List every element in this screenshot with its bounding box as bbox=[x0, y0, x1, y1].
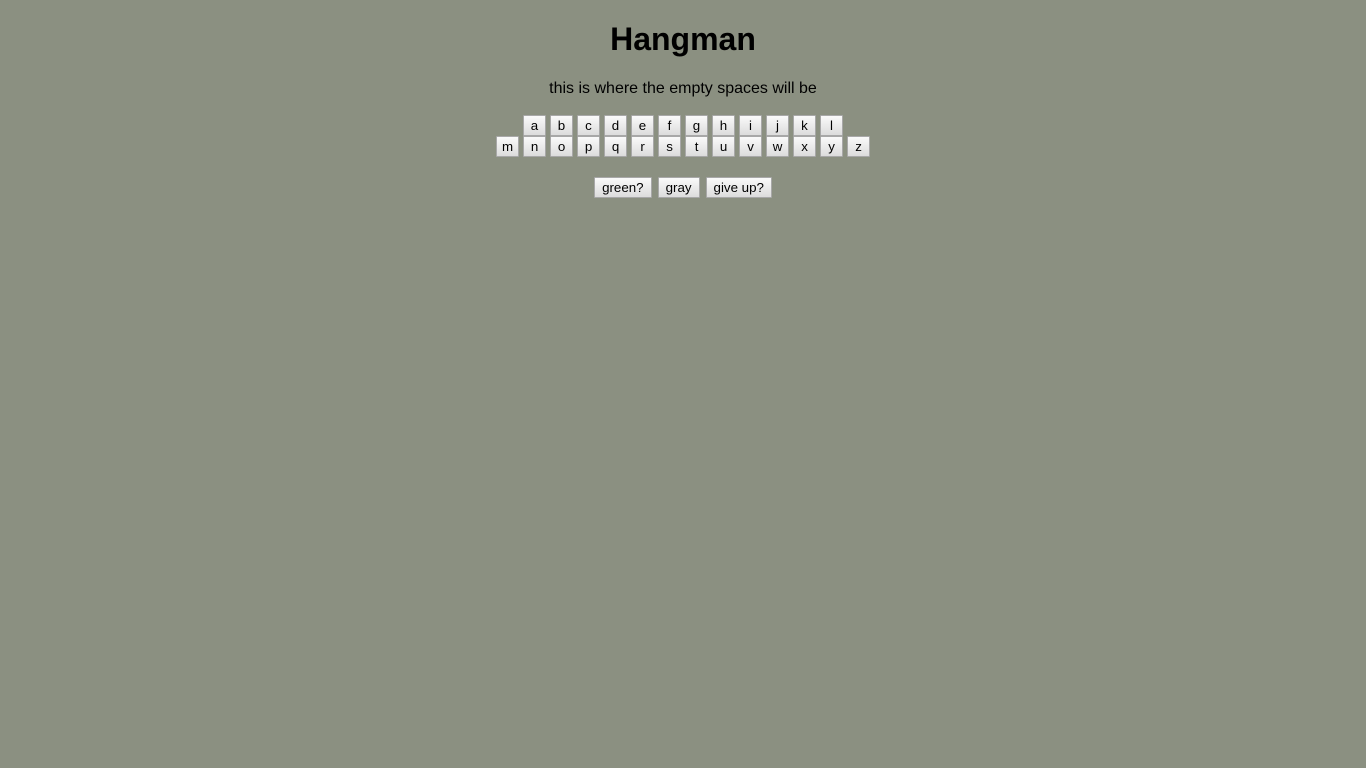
letter-button-w[interactable]: w bbox=[766, 136, 790, 157]
letter-button-a[interactable]: a bbox=[523, 115, 546, 136]
letter-button-p[interactable]: p bbox=[577, 136, 601, 157]
green-theme-button[interactable]: green? bbox=[594, 177, 652, 198]
letter-button-j[interactable]: j bbox=[766, 115, 789, 136]
letter-keyboard: a b c d e f g h i j k l m n o p q r s t … bbox=[0, 115, 1366, 157]
letter-button-o[interactable]: o bbox=[550, 136, 574, 157]
letter-button-x[interactable]: x bbox=[793, 136, 817, 157]
word-display: this is where the empty spaces will be bbox=[549, 80, 817, 97]
give-up-button[interactable]: give up? bbox=[705, 177, 772, 198]
letter-button-e[interactable]: e bbox=[631, 115, 654, 136]
letter-button-b[interactable]: b bbox=[550, 115, 573, 136]
letter-button-s[interactable]: s bbox=[658, 136, 682, 157]
letter-button-f[interactable]: f bbox=[658, 115, 681, 136]
letter-button-l[interactable]: l bbox=[820, 115, 843, 136]
letter-button-q[interactable]: q bbox=[604, 136, 628, 157]
letter-button-d[interactable]: d bbox=[604, 115, 627, 136]
letter-button-g[interactable]: g bbox=[685, 115, 708, 136]
letter-button-h[interactable]: h bbox=[712, 115, 735, 136]
letter-row-2: m n o p q r s t u v w x y z bbox=[0, 136, 1366, 157]
letter-button-t[interactable]: t bbox=[685, 136, 709, 157]
page: Hangman this is where the empty spaces w… bbox=[0, 0, 1366, 768]
letter-button-z[interactable]: z bbox=[847, 136, 871, 157]
letter-button-u[interactable]: u bbox=[712, 136, 736, 157]
letter-row-1: a b c d e f g h i j k l bbox=[0, 115, 1366, 136]
page-title: Hangman bbox=[610, 21, 756, 57]
letter-button-r[interactable]: r bbox=[631, 136, 655, 157]
letter-button-c[interactable]: c bbox=[577, 115, 600, 136]
letter-button-m[interactable]: m bbox=[495, 136, 520, 157]
letter-button-y[interactable]: y bbox=[820, 136, 844, 157]
gray-theme-button[interactable]: gray bbox=[657, 177, 700, 198]
letter-button-v[interactable]: v bbox=[739, 136, 763, 157]
letter-button-i[interactable]: i bbox=[739, 115, 762, 136]
letter-button-n[interactable]: n bbox=[523, 136, 547, 157]
game-controls: green? gray give up? bbox=[0, 177, 1366, 198]
letter-button-k[interactable]: k bbox=[793, 115, 816, 136]
